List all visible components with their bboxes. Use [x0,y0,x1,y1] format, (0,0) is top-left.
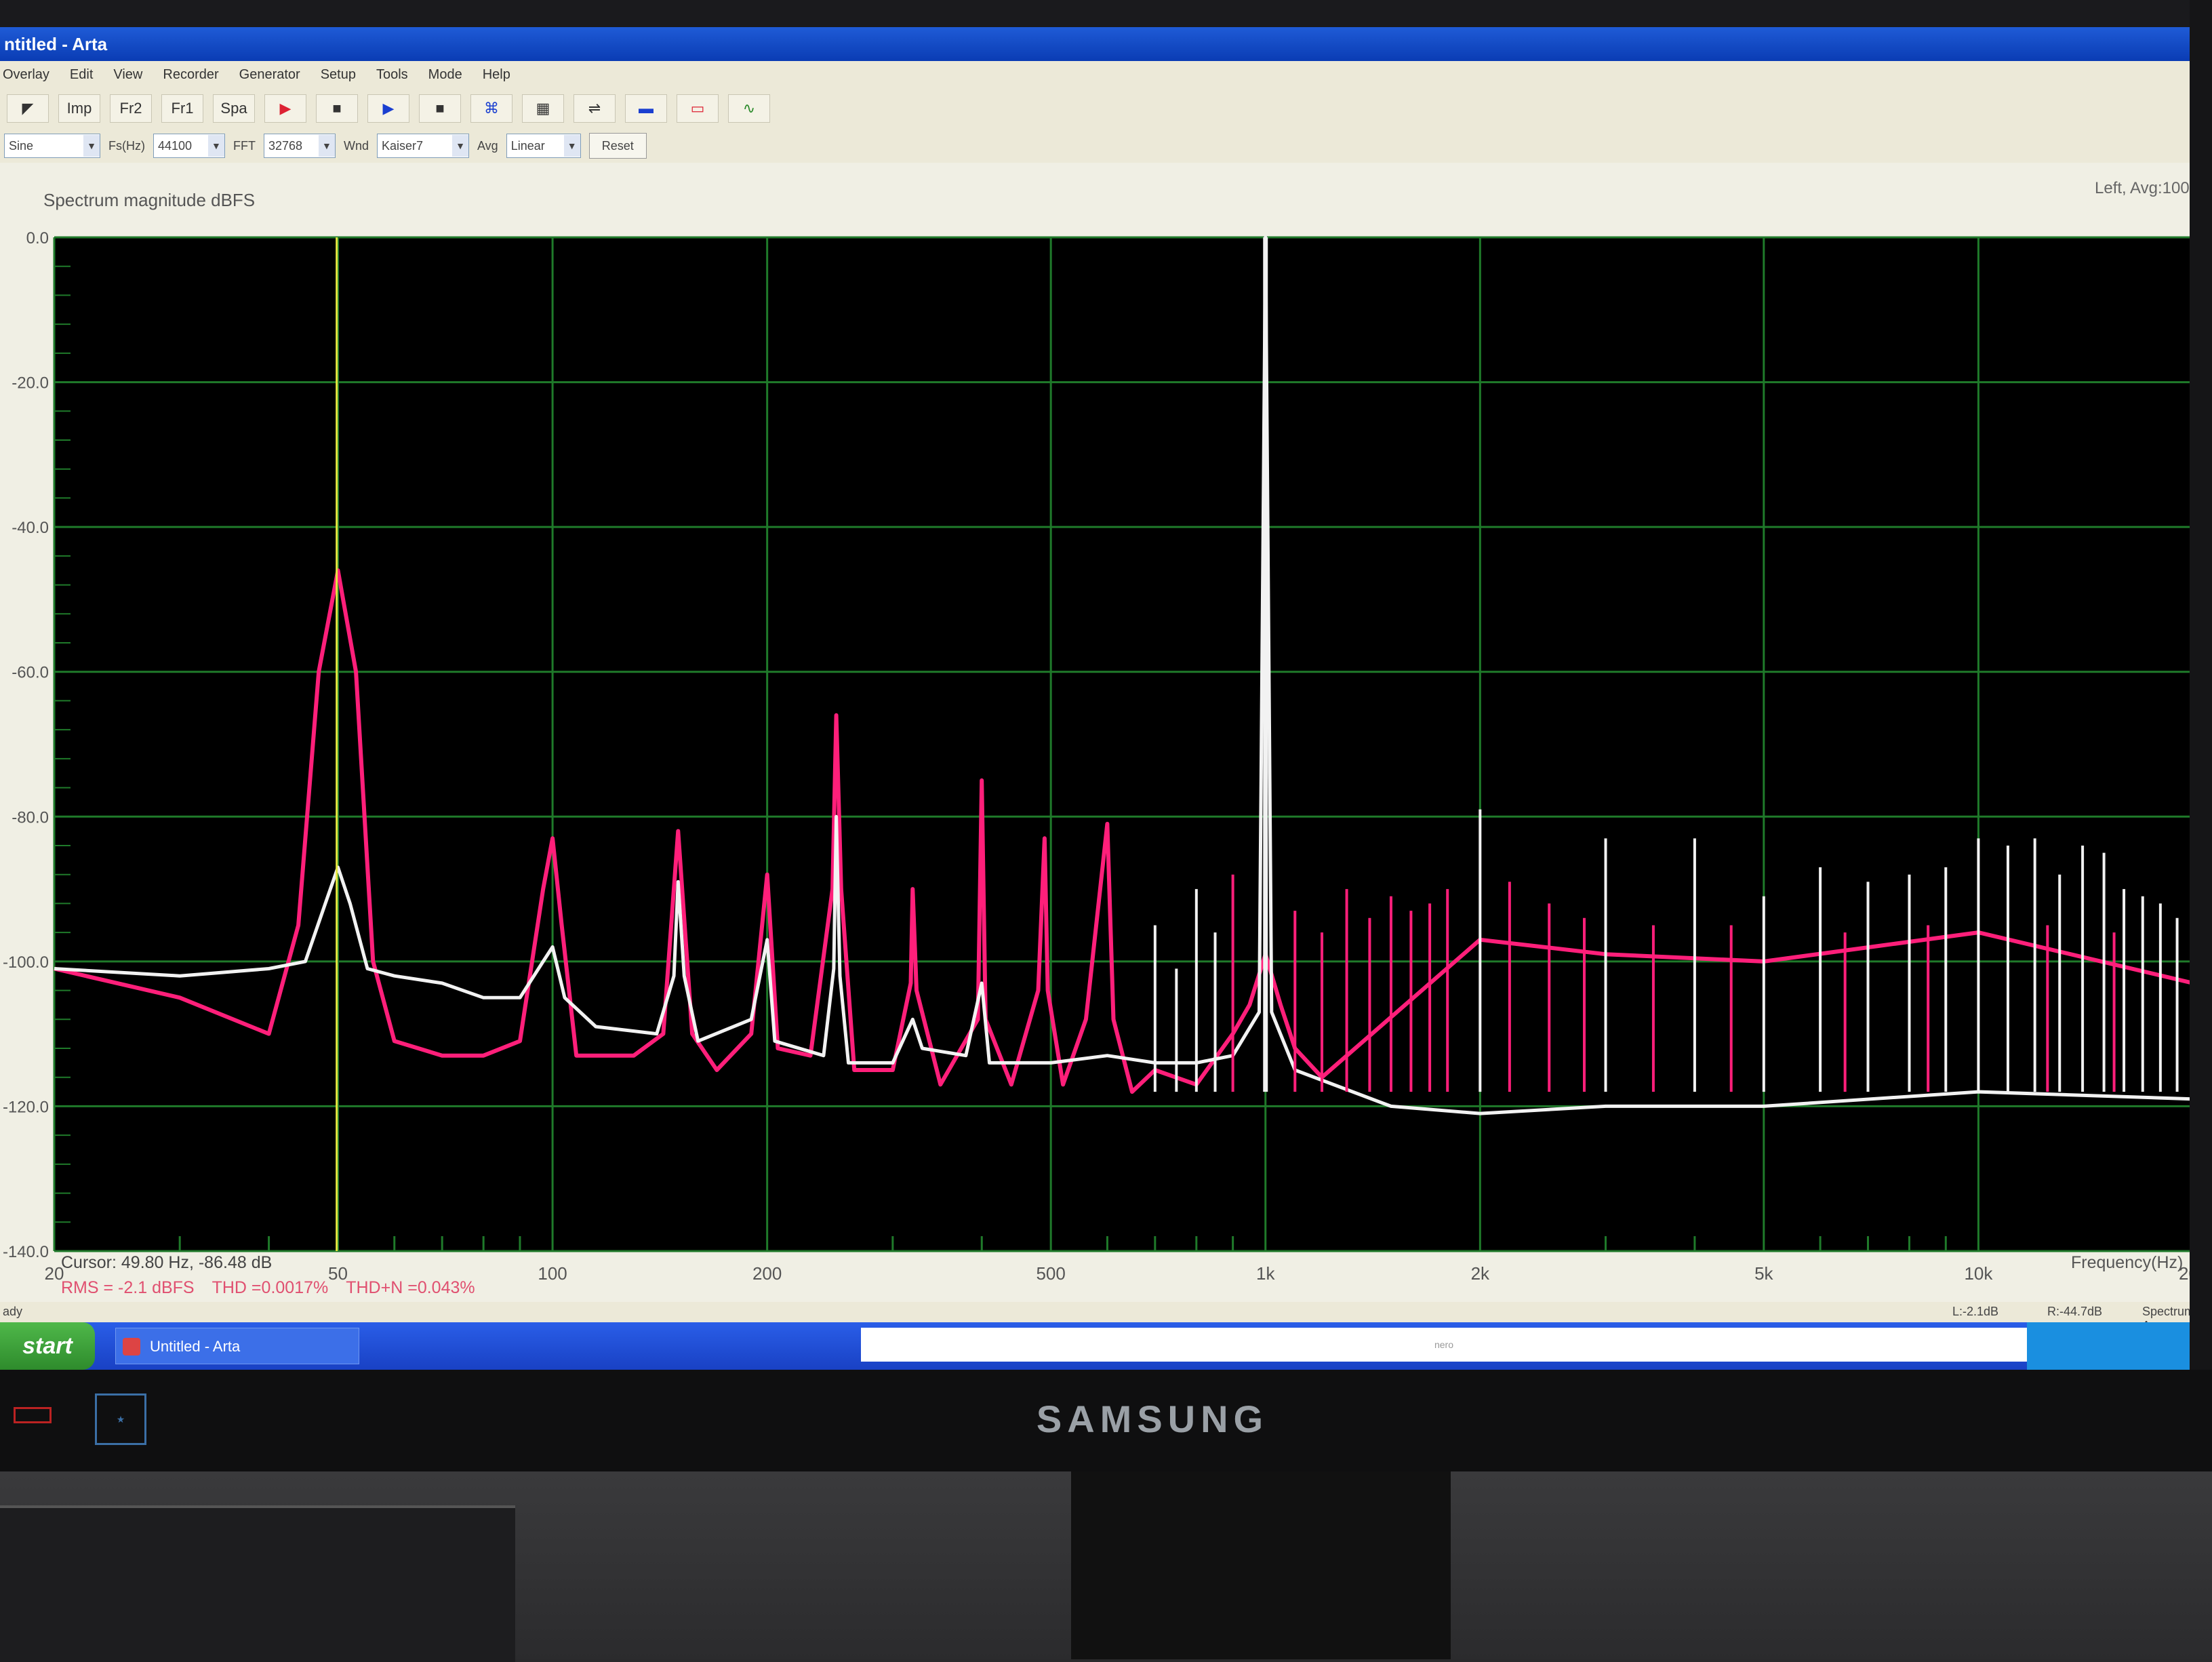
scope-icon[interactable]: ∿ [728,94,770,123]
avg-label: Avg [477,138,498,153]
menu-bar: Overlay Edit View Recorder Generator Set… [0,61,2190,88]
status-text: ady [3,1305,23,1318]
x-tick-label-2: 100 [538,1263,567,1284]
chevron-down-icon: ▼ [452,135,468,157]
x-tick-label-3: 200 [752,1263,782,1284]
system-tray[interactable] [2027,1322,2190,1370]
measurement-readout: RMS = -2.1 dBFS THD =0.0017% THD+N =0.04… [61,1278,475,1298]
y-tick-label-1: -20.0 [12,374,49,393]
generator-select[interactable]: Sine ▼ [4,134,100,158]
menu-setup[interactable]: Setup [321,67,356,83]
x-tick-label-6: 2k [1471,1263,1490,1284]
power-button-icon [14,1407,52,1423]
y-tick-label-0: 0.0 [26,229,49,248]
menu-tools[interactable]: Tools [376,67,408,83]
spectrum-icon[interactable]: ▬ [625,94,667,123]
level-right: R:-44.7dB [2047,1305,2103,1318]
stop2-icon[interactable]: ■ [419,94,461,123]
grid-icon[interactable]: ▦ [522,94,564,123]
graph-area: 20501002005001k2k5k10k20k0.0-20.0-40.0-6… [0,163,2190,1302]
y-tick-label-6: -120.0 [3,1098,49,1116]
fft-label: FFT [233,138,256,153]
taskbar: start Untitled - Arta nero [0,1322,2190,1370]
thd-value: THD =0.0017% [212,1278,329,1297]
taskbar-item-arta[interactable]: Untitled - Arta [115,1328,359,1364]
x-tick-label-7: 5k [1754,1263,1773,1284]
fr1-button[interactable]: Fr1 [161,94,203,123]
start-button[interactable]: start [0,1322,95,1370]
window-title: ntitled - Arta [0,27,2190,61]
arta-icon [123,1338,140,1356]
fs-select[interactable]: 44100 ▼ [153,134,225,158]
fr2-button[interactable]: Fr2 [110,94,152,123]
fs-label: Fs(Hz) [108,138,145,153]
channel-info: Left, Avg:100 [2095,179,2190,197]
menu-overlay[interactable]: Overlay [3,67,49,83]
y-tick-label-4: -80.0 [12,808,49,827]
taskbar-item-label: Untitled - Arta [150,1338,241,1355]
reset-button[interactable]: Reset [588,133,647,159]
analyzer-icon[interactable]: ⌘ [470,94,512,123]
fft-select[interactable]: 32768 ▼ [263,134,336,158]
x-tick-label-5: 1k [1256,1263,1275,1284]
menu-help[interactable]: Help [483,67,510,83]
spa-button[interactable]: Spa [213,94,255,123]
cursor-readout: Cursor: 49.80 Hz, -86.48 dB [61,1253,273,1272]
window-select[interactable]: Kaiser7 ▼ [377,134,469,158]
monitor-brand: SAMSUNG [1036,1398,1269,1440]
chevron-down-icon: ▼ [207,135,224,157]
x-tick-label-4: 500 [1036,1263,1065,1284]
thdn-value: THD+N =0.043% [346,1278,475,1297]
y-tick-label-2: -40.0 [12,519,49,537]
avg-select[interactable]: Linear ▼ [506,134,581,158]
y-tick-label-7: -140.0 [3,1243,49,1261]
status-bar: ady L:-2.1dB R:-44.7dB Spectrum A [0,1302,2190,1332]
menu-mode[interactable]: Mode [428,67,462,83]
level-left: L:-2.1dB [1952,1305,1999,1318]
monitor-bezel-top [0,0,2212,27]
cable-icon[interactable]: ⇌ [574,94,616,123]
chevron-down-icon: ▼ [563,135,580,157]
open-icon[interactable]: ◤ [7,94,49,123]
menu-edit[interactable]: Edit [70,67,93,83]
stop-icon[interactable]: ■ [316,94,358,123]
play-icon[interactable]: ▶ [367,94,409,123]
desk-object [0,1505,515,1662]
y-tick-label-5: -100.0 [3,953,49,972]
menu-recorder[interactable]: Recorder [163,67,218,83]
menu-view[interactable]: View [113,67,142,83]
settings-bar: Sine ▼ Fs(Hz) 44100 ▼ FFT 32768 ▼ Wnd Ka… [0,129,2190,163]
screen: ntitled - Arta Overlay Edit View Recorde… [0,27,2190,1370]
generator-icon[interactable]: ▭ [677,94,719,123]
spectrum-chart[interactable]: 20501002005001k2k5k10k20k0.0-20.0-40.0-6… [0,163,2190,1302]
chevron-down-icon: ▼ [318,135,335,157]
monitor-stand [1071,1471,1451,1659]
imp-button[interactable]: Imp [58,94,100,123]
nero-toolbar[interactable]: nero [861,1328,2027,1362]
x-axis-title: Frequency(Hz) [2071,1253,2184,1272]
chevron-down-icon: ▼ [83,135,100,157]
rms-value: RMS = -2.1 dBFS [61,1278,195,1297]
wnd-label: Wnd [343,138,369,153]
x-tick-label-8: 10k [1964,1263,1993,1284]
energy-star-logo: ★ [95,1393,146,1445]
graph-title: Spectrum magnitude dBFS [43,190,256,210]
toolbar: ◤ Imp Fr2 Fr1 Spa ▶ ■ ▶ ■ ⌘ ▦ ⇌ ▬ ▭ ∿ [0,88,2190,129]
menu-generator[interactable]: Generator [239,67,300,83]
record-icon[interactable]: ▶ [264,94,306,123]
y-tick-label-3: -60.0 [12,664,49,682]
